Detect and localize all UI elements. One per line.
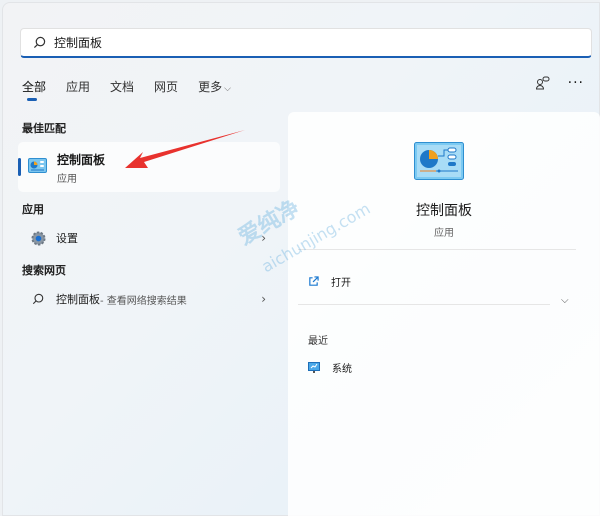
expand-chevron-icon[interactable]: ⌵ (561, 295, 569, 306)
recent-item-system[interactable]: 系统 (308, 360, 352, 375)
tab-more[interactable]: 更多 ⌵ (198, 78, 231, 95)
chevron-right-icon[interactable]: › (261, 231, 266, 245)
app-item-label: 设置 (56, 232, 78, 245)
best-match-heading: 最佳匹配 (22, 122, 66, 135)
tab-apps[interactable]: 应用 (66, 78, 90, 95)
tab-documents[interactable]: 文档 (110, 78, 134, 95)
control-panel-icon (28, 158, 47, 173)
account-switch-icon[interactable] (535, 76, 550, 90)
detail-pane: 控制面板 应用 打开 ⌵ 最近 系统 (288, 112, 600, 516)
detail-subtitle: 应用 (434, 228, 454, 239)
open-action-label: 打开 (331, 278, 351, 289)
search-input[interactable] (54, 35, 554, 50)
settings-gear-icon (30, 230, 46, 246)
web-search-suffix: - 查看网络搜索结果 (100, 295, 187, 307)
tab-more-label: 更多 (198, 80, 223, 94)
more-options-icon[interactable]: ··· (568, 76, 584, 90)
recent-heading: 最近 (308, 336, 328, 347)
tab-all[interactable]: 全部 (22, 78, 46, 101)
tab-web[interactable]: 网页 (154, 78, 178, 95)
search-icon (30, 293, 46, 305)
best-match-item[interactable]: 控制面板 应用 (18, 142, 280, 192)
divider (298, 304, 550, 305)
app-item-settings[interactable]: 设置 › (18, 225, 280, 251)
chevron-right-icon[interactable]: › (261, 292, 266, 306)
web-search-query: 控制面板 (56, 293, 100, 306)
web-search-item[interactable]: 控制面板 - 查看网络搜索结果 › (18, 286, 280, 312)
recent-item-label: 系统 (332, 364, 352, 375)
search-icon (33, 36, 46, 49)
best-match-title: 控制面板 (57, 153, 106, 167)
open-action[interactable]: 打开 (308, 274, 351, 289)
web-search-heading: 搜索网页 (22, 264, 66, 277)
selection-indicator (18, 158, 21, 176)
filter-tabs: 全部 应用 文档 网页 更多 ⌵ (22, 78, 251, 101)
open-external-icon (309, 276, 319, 286)
apps-heading: 应用 (22, 203, 44, 216)
control-panel-large-icon (414, 142, 464, 180)
system-monitor-icon (308, 361, 320, 373)
detail-title: 控制面板 (416, 203, 472, 219)
search-box[interactable] (20, 28, 592, 58)
divider (298, 249, 576, 250)
best-match-subtitle: 应用 (57, 174, 77, 185)
chevron-down-icon: ⌵ (224, 84, 231, 94)
